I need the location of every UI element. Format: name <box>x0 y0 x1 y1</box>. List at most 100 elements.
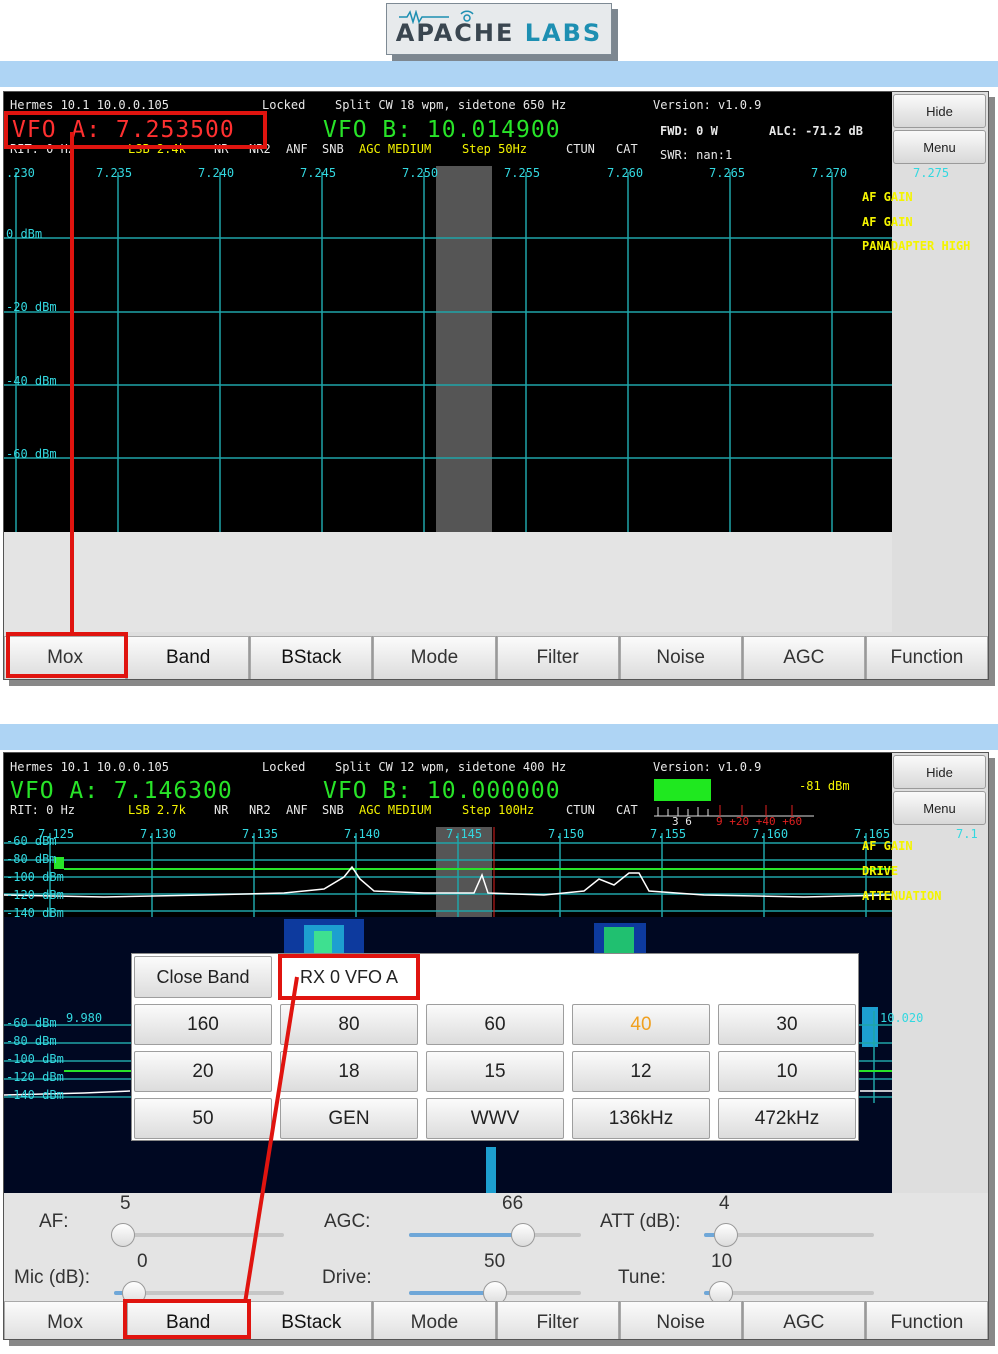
bottom-tabs: Mox Band BStack Mode Filter Noise AGC Fu… <box>4 636 988 679</box>
tab-mox[interactable]: Mox <box>4 1301 127 1339</box>
tab-noise[interactable]: Noise <box>619 1301 742 1339</box>
s-meter-bar <box>654 779 711 801</box>
slider-label: Drive: <box>322 1267 372 1288</box>
slider-knob[interactable] <box>714 1223 739 1247</box>
band-button-80[interactable]: 80 <box>280 1004 418 1045</box>
band-button-12[interactable]: 12 <box>572 1051 710 1092</box>
ctun-status: CTUN <box>566 803 595 817</box>
band-button-18[interactable]: 18 <box>280 1051 418 1092</box>
slider-track[interactable] <box>704 1223 874 1247</box>
tab-agc[interactable]: AGC <box>742 1301 865 1339</box>
lock-status: Locked <box>262 760 306 774</box>
panadapter-grid <box>4 166 892 532</box>
band-popup: Close Band RX 0 VFO A 160 80 60 40 30 20 18 15 1… <box>131 953 859 1141</box>
slider-knob[interactable] <box>110 1223 135 1247</box>
slider-value: 5 <box>120 1193 131 1214</box>
band-button-50[interactable]: 50 <box>134 1098 272 1139</box>
band-button-472khz[interactable]: 472kHz <box>718 1098 856 1139</box>
freq-tick: 7.130 <box>140 827 177 841</box>
tab-function[interactable]: Function <box>865 636 988 679</box>
freq-tick: 7.245 <box>300 166 337 180</box>
dbm-label: -100 dBm <box>6 870 64 884</box>
slider-label: AGC: <box>324 1211 371 1232</box>
freq-tick: 7.270 <box>811 166 848 180</box>
tab-bstack[interactable]: BStack <box>250 1301 373 1339</box>
tab-filter[interactable]: Filter <box>496 1301 619 1339</box>
panadapter-display[interactable]: Hermes 10.1 10.0.0.105 Locked Split CW 1… <box>4 753 978 1193</box>
radio-info: Hermes 10.1 10.0.0.105 <box>10 98 169 112</box>
slider-knob[interactable] <box>510 1223 535 1247</box>
vfo-a[interactable]: VFO A: 7.146300 <box>10 778 233 804</box>
dbm-label: -60 dBm <box>6 834 57 848</box>
dbm-label: -40 dBm <box>6 374 57 388</box>
rit: RIT: 0 Hz <box>10 803 76 817</box>
alc-level: ALC: -71.2 dB <box>769 124 863 138</box>
rx-vfo-highlight <box>278 954 420 1000</box>
slider-track[interactable] <box>409 1281 581 1305</box>
agc-status: AGC MEDIUM <box>359 142 432 156</box>
overlay-label: AF GAIN <box>862 215 913 229</box>
dbm-label: -80 dBm <box>6 1034 57 1048</box>
band-button-gen[interactable]: GEN <box>280 1098 418 1139</box>
tab-agc[interactable]: AGC <box>742 636 865 679</box>
freq-tick: 7.235 <box>96 166 133 180</box>
dbm-label: -60 dBm <box>6 447 57 461</box>
dbm-label: -80 dBm <box>6 852 57 866</box>
band-button-15[interactable]: 15 <box>426 1051 564 1092</box>
slider-value: 0 <box>137 1251 148 1272</box>
step-status: Step 50Hz <box>462 142 528 156</box>
tab-mode[interactable]: Mode <box>373 1301 496 1339</box>
band-button-40[interactable]: 40 <box>572 1004 710 1045</box>
tab-noise[interactable]: Noise <box>619 636 742 679</box>
mox-highlight <box>6 632 128 678</box>
ctun-status: CTUN <box>566 142 595 156</box>
section-divider <box>0 61 998 87</box>
vfo-b[interactable]: VFO B: 10.014900 <box>323 117 561 143</box>
band-button-wwv[interactable]: WWV <box>426 1098 564 1139</box>
menu-button[interactable]: Menu <box>893 130 986 164</box>
freq-tick: 7.250 <box>402 166 439 180</box>
close-band-button[interactable]: Close Band <box>134 956 272 998</box>
tab-mode[interactable]: Mode <box>373 636 496 679</box>
slider-fill <box>409 1233 523 1237</box>
dbm-label: -120 dBm <box>6 1070 64 1084</box>
overlay-label: AF GAIN <box>862 190 913 204</box>
freq-tick: 7.160 <box>752 827 789 841</box>
tab-function[interactable]: Function <box>865 1301 988 1339</box>
tab-filter[interactable]: Filter <box>496 636 619 679</box>
slider-track[interactable] <box>110 1223 284 1247</box>
band-button-60[interactable]: 60 <box>426 1004 564 1045</box>
apache-labs-logo: APACHE LABS <box>386 3 612 55</box>
flag-anf: ANF <box>286 142 308 156</box>
band-button-10[interactable]: 10 <box>718 1051 856 1092</box>
menu-button[interactable]: Menu <box>893 791 986 825</box>
band-button-20[interactable]: 20 <box>134 1051 272 1092</box>
freq-tick: 7.135 <box>242 827 279 841</box>
slider-track[interactable] <box>114 1281 284 1305</box>
band-button-136khz[interactable]: 136kHz <box>572 1098 710 1139</box>
band-button-160[interactable]: 160 <box>134 1004 272 1045</box>
flag-nr2: NR2 <box>249 803 271 817</box>
slider-track[interactable] <box>704 1281 874 1305</box>
flag-nr: NR <box>214 803 229 817</box>
freq-tick: 7.1 <box>956 827 978 841</box>
hide-button[interactable]: Hide <box>893 94 986 128</box>
freq-tick: 7.240 <box>198 166 235 180</box>
tab-band[interactable]: Band <box>127 636 250 679</box>
hide-button[interactable]: Hide <box>893 755 986 789</box>
flag-snb: SNB <box>322 142 344 156</box>
tab-bstack[interactable]: BStack <box>250 636 373 679</box>
freq-tick: .230 <box>6 166 35 180</box>
freq-tick: 7.150 <box>548 827 585 841</box>
screenshot-panadapter: Hermes 10.1 10.0.0.105 Locked Split CW 1… <box>3 91 989 680</box>
band-button-30[interactable]: 30 <box>718 1004 856 1045</box>
cw-status: Split CW 18 wpm, sidetone 650 Hz <box>335 98 567 112</box>
overlay-label: ATTENUATION <box>862 889 942 903</box>
vfo-b[interactable]: VFO B: 10.000000 <box>323 778 561 804</box>
slider-label: Tune: <box>618 1267 666 1288</box>
slider-label: ATT (dB): <box>600 1211 681 1232</box>
overlay-label: PANADAPTER HIGH <box>862 239 971 253</box>
mode-filter: LSB 2.7k <box>128 803 186 817</box>
panadapter-display[interactable]: Hermes 10.1 10.0.0.105 Locked Split CW 1… <box>4 92 970 532</box>
slider-track[interactable] <box>409 1223 581 1247</box>
